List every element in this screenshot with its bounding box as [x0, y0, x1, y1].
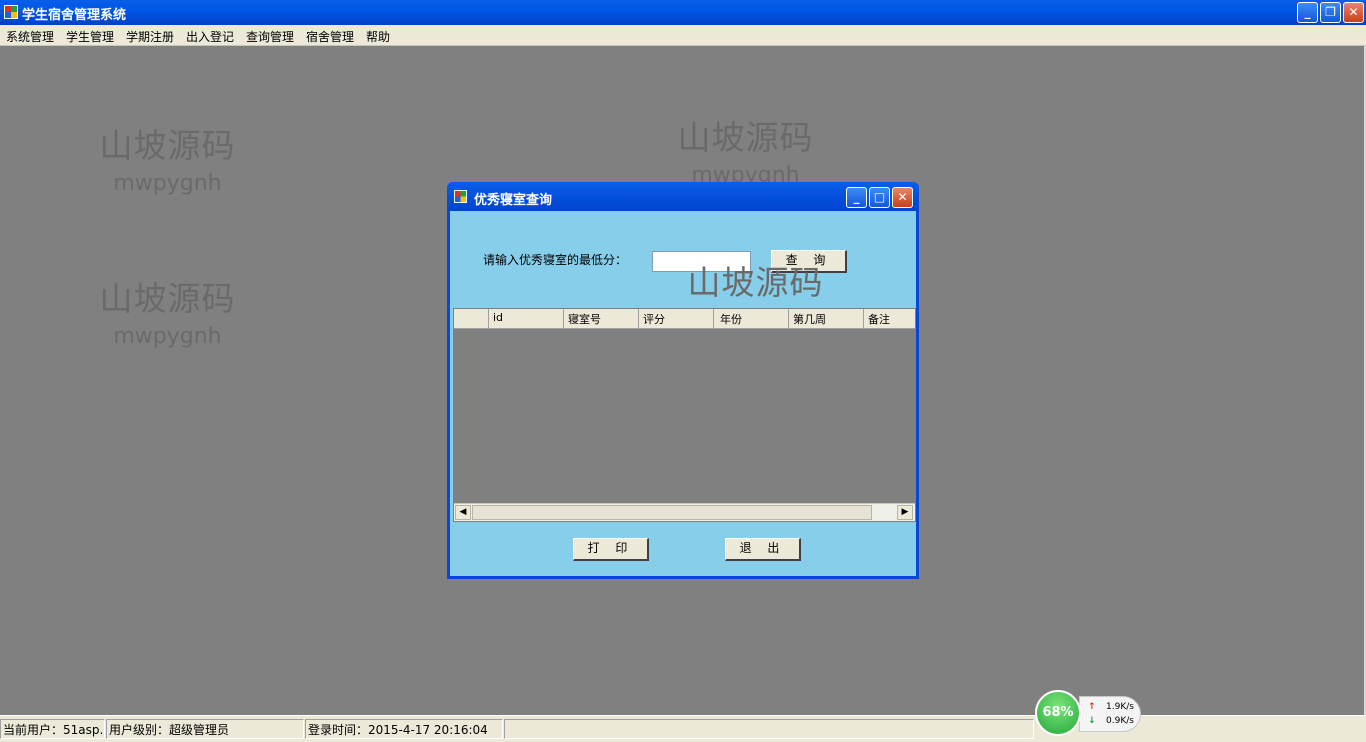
restore-button[interactable]: ❐: [1320, 2, 1341, 23]
minimize-button[interactable]: _: [1297, 2, 1318, 23]
scroll-left-arrow[interactable]: ◀: [455, 505, 471, 520]
restore-icon: ❐: [1325, 5, 1336, 19]
download-rate: 0.9K/s: [1106, 716, 1134, 726]
watermark-en: mwpygnh: [113, 324, 222, 349]
watermark-en: mwpygnh: [113, 171, 222, 196]
column-remark[interactable]: 备注: [864, 309, 915, 329]
arrow-right-icon: ▶: [901, 507, 909, 517]
column-id[interactable]: id: [489, 309, 564, 329]
print-button[interactable]: 打 印: [573, 538, 649, 561]
scroll-thumb[interactable]: [472, 505, 872, 520]
maximize-icon: □: [873, 190, 886, 204]
dialog-maximize-button[interactable]: □: [869, 187, 890, 208]
menu-query[interactable]: 查询管理: [246, 28, 294, 45]
excellent-dorm-query-dialog: 优秀寝室查询 _ □ ✕ 请输入优秀寝室的最低分： 查 询 山坡源码 mwpyg…: [447, 182, 919, 579]
close-icon: ✕: [1348, 5, 1359, 19]
menu-help[interactable]: 帮助: [366, 28, 390, 45]
close-icon: ✕: [897, 190, 908, 204]
close-button[interactable]: ✕: [1343, 2, 1364, 23]
minimize-icon: _: [1304, 5, 1311, 19]
exit-button[interactable]: 退 出: [725, 538, 801, 561]
column-week[interactable]: 第几周: [789, 309, 864, 329]
min-score-label: 请输入优秀寝室的最低分：: [483, 253, 628, 267]
grid-header: id 寝室号 评分 年份 第几周 备注: [454, 309, 915, 329]
minimize-icon: _: [853, 190, 860, 204]
app-icon: [4, 5, 18, 19]
status-login-time: 登录时间：2015-4-17 20:16:04: [305, 719, 503, 739]
upload-rate: 1.9K/s: [1106, 702, 1134, 712]
network-speed-widget[interactable]: ↑ 1.9K/s ↓ 0.9K/s 68%: [1035, 690, 1143, 738]
watermark: 山坡源码 mwpygnh: [95, 119, 240, 196]
upload-arrow-icon: ↑: [1088, 702, 1096, 712]
menu-dorm[interactable]: 宿舍管理: [306, 28, 354, 45]
watermark-cn: 山坡源码: [687, 263, 824, 302]
column-score[interactable]: 评分: [639, 309, 714, 329]
watermark-cn: 山坡源码: [99, 279, 236, 318]
network-speed-pill: ↑ 1.9K/s ↓ 0.9K/s: [1079, 696, 1141, 732]
column-year[interactable]: 年份: [714, 309, 789, 329]
download-arrow-icon: ↓: [1088, 716, 1096, 726]
horizontal-scrollbar[interactable]: ◀ ▶: [454, 503, 915, 521]
status-bar: 当前用户：51asp.n 用户级别：超级管理员 登录时间：2015-4-17 2…: [0, 715, 1366, 742]
menu-semester[interactable]: 学期注册: [126, 28, 174, 45]
row-header-column: [454, 309, 489, 329]
memory-usage-ball[interactable]: 68%: [1035, 690, 1081, 736]
status-current-user: 当前用户：51asp.n: [0, 719, 105, 739]
status-empty-panel: [504, 719, 1034, 739]
dialog-close-button[interactable]: ✕: [892, 187, 913, 208]
menu-student[interactable]: 学生管理: [66, 28, 114, 45]
dialog-title-bar[interactable]: 优秀寝室查询 _ □ ✕: [447, 182, 919, 211]
scroll-right-arrow[interactable]: ▶: [897, 505, 913, 520]
watermark-cn: 山坡源码: [677, 118, 814, 157]
menu-bar: 系统管理 学生管理 学期注册 出入登记 查询管理 宿舍管理 帮助: [0, 25, 1366, 46]
dialog-minimize-button[interactable]: _: [846, 187, 867, 208]
watermark-cn: 山坡源码: [99, 126, 236, 165]
status-user-level: 用户级别：超级管理员: [106, 719, 304, 739]
watermark: 山坡源码 mwpygnh: [95, 272, 240, 349]
menu-system[interactable]: 系统管理: [6, 28, 54, 45]
watermark: 山坡源码 mwpygnh: [673, 111, 818, 188]
main-title-bar[interactable]: 学生宿舍管理系统 _ ❐ ✕: [0, 0, 1366, 25]
menu-inout[interactable]: 出入登记: [186, 28, 234, 45]
column-room-no[interactable]: 寝室号: [564, 309, 639, 329]
dialog-app-icon: [454, 190, 467, 203]
window-title: 学生宿舍管理系统: [22, 8, 127, 23]
arrow-left-icon: ◀: [459, 507, 467, 517]
result-grid[interactable]: id 寝室号 评分 年份 第几周 备注 ◀ ▶: [453, 308, 916, 522]
dialog-title: 优秀寝室查询: [474, 193, 553, 208]
